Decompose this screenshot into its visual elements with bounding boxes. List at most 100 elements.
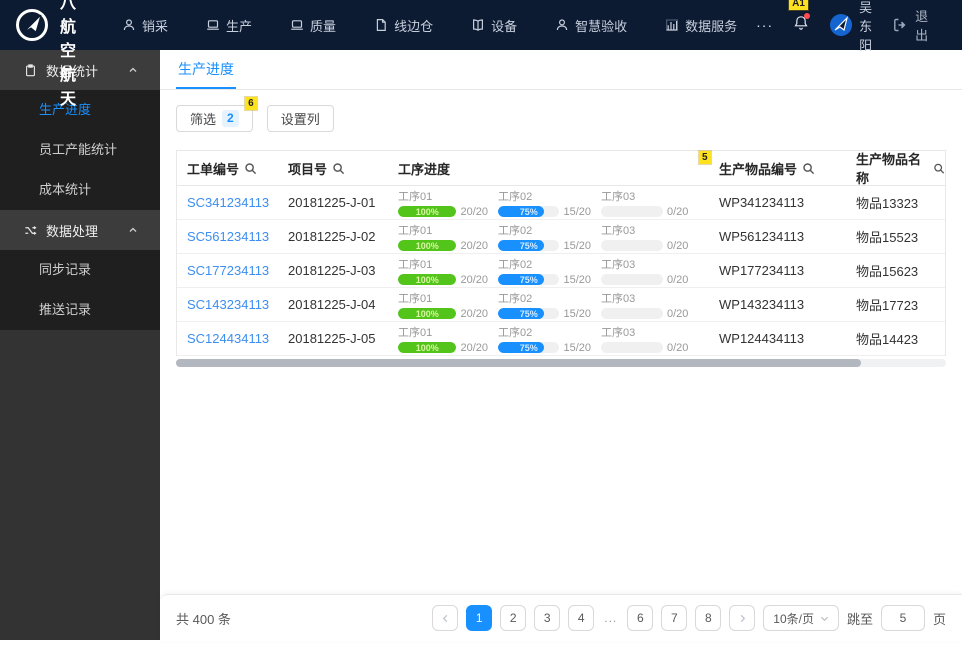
progress-percent (601, 274, 663, 285)
nav-label: 生产 (226, 18, 253, 34)
annotation-marker-a1: A1 (789, 0, 808, 10)
prev-page-button[interactable] (432, 605, 459, 631)
nav-item-lineside-warehouse[interactable]: 线边仓 (355, 0, 452, 50)
company-logo-icon (16, 9, 48, 41)
sidebar-item-sync-records[interactable]: 同步记录 (0, 250, 160, 290)
nav-label: 设备 (491, 18, 518, 34)
nav-label: 智慧验收 (575, 18, 628, 34)
logout-label: 退出 (915, 9, 929, 43)
header-label: 工序进度 (398, 161, 451, 177)
order-link[interactable]: SC143234113 (187, 297, 269, 312)
jump-label: 跳至 (846, 611, 873, 627)
step-progress: 工序02 75% 15/20 (498, 188, 591, 218)
tab-production-progress[interactable]: 生产进度 (176, 50, 236, 89)
order-link[interactable]: SC124434113 (187, 331, 269, 346)
table-row: SC143234113 20181225-J-04 工序01 100% 20/20… (177, 288, 945, 322)
set-columns-button[interactable]: 设置列 (266, 105, 334, 132)
filter-button[interactable]: 6 筛选 2 (176, 97, 257, 132)
user-menu[interactable]: 吴东阳 (829, 0, 872, 54)
step-name: 工序02 (498, 258, 533, 271)
annotation-marker-6: 6 (245, 97, 257, 110)
step-progress: 工序03 0/20 (601, 188, 709, 218)
page-button-8[interactable]: 8 (695, 605, 722, 631)
search-icon[interactable] (933, 162, 945, 175)
step-progress: 工序01 100% 20/20 (398, 222, 488, 252)
scrollbar-thumb[interactable] (176, 359, 862, 367)
item-name-cell: 物品15623 (856, 264, 919, 279)
page-button-2[interactable]: 2 (500, 605, 527, 631)
project-cell: 20181225-J-01 (288, 195, 376, 210)
order-link[interactable]: SC177234113 (187, 263, 269, 278)
table-row: SC124434113 20181225-J-05 工序01 100% 20/20… (177, 322, 945, 356)
step-count: 0/20 (667, 273, 689, 286)
logout-button[interactable]: 退出 (892, 6, 928, 44)
step-name: 工序03 (601, 190, 636, 203)
laptop-icon (207, 20, 219, 30)
step-name: 工序01 (398, 326, 433, 339)
jump-page-input[interactable] (880, 605, 925, 631)
step-count: 0/20 (667, 239, 689, 252)
brand-title: 一六八航空航天 (60, 0, 78, 108)
progress-percent: 100% (415, 206, 439, 217)
step-progress: 工序02 75% 15/20 (498, 290, 591, 320)
step-progress: 工序02 75% 15/20 (498, 222, 591, 252)
progress-bar (601, 240, 663, 251)
step-name: 工序03 (601, 258, 636, 271)
step-name: 工序03 (601, 292, 636, 305)
nav-item-production[interactable]: 生产 (187, 0, 271, 50)
chevron-left-icon (442, 614, 448, 622)
search-icon[interactable] (332, 162, 345, 175)
order-link[interactable]: SC561234113 (187, 229, 269, 244)
page-button-3[interactable]: 3 (534, 605, 561, 631)
next-page-button[interactable] (729, 605, 756, 631)
sidebar-item-cost-statistics[interactable]: 成本统计 (0, 170, 160, 210)
header-label: 生产物品名称 (856, 152, 922, 186)
horizontal-scrollbar[interactable] (176, 359, 946, 367)
progress-percent (601, 342, 663, 353)
set-columns-label: 设置列 (280, 112, 320, 127)
progress-percent: 100% (415, 240, 439, 251)
sidebar-group-data-processing[interactable]: 数据处理 (0, 210, 160, 250)
step-count: 15/20 (563, 239, 591, 252)
search-icon[interactable] (244, 162, 257, 175)
user-icon (556, 19, 568, 31)
step-name: 工序03 (601, 224, 636, 237)
header-label: 项目号 (288, 161, 328, 177)
file-icon (376, 19, 386, 31)
progress-bar: 100% (398, 342, 457, 353)
order-link[interactable]: SC341234113 (187, 195, 269, 210)
nav-item-sales[interactable]: 销采 (103, 0, 187, 50)
page-button-7[interactable]: 7 (661, 605, 688, 631)
header-project-number: 项目号 (278, 159, 388, 178)
notification-bell-icon[interactable]: A1 (789, 0, 811, 36)
progress-percent: 100% (415, 342, 439, 353)
chevron-up-icon (129, 67, 137, 72)
progress-percent: 75% (519, 274, 538, 285)
pagination: 1 2 3 4 ... 6 7 8 10条/页 跳至 页 (432, 605, 946, 631)
step-progress: 工序02 75% 15/20 (498, 324, 591, 354)
page-button-1[interactable]: 1 (466, 605, 493, 631)
header-label: 生产物品编号 (719, 161, 798, 177)
search-icon[interactable] (802, 162, 815, 175)
progress-percent: 100% (415, 274, 439, 285)
table-row: SC341234113 20181225-J-01 工序01 100% 20/20… (177, 186, 945, 220)
sidebar-item-employee-capacity[interactable]: 员工产能统计 (0, 130, 160, 170)
step-name: 工序02 (498, 190, 533, 203)
nav-item-quality[interactable]: 质量 (271, 0, 355, 50)
sidebar: 数据统计 生产进度 员工产能统计 成本统计 数据处理 同步记录 推送记录 (0, 50, 160, 640)
page-size-select[interactable]: 10条/页 (763, 605, 839, 631)
nav-item-data-services[interactable]: 数据服务 (646, 0, 756, 50)
avatar (830, 14, 853, 36)
page-button-6[interactable]: 6 (627, 605, 654, 631)
sidebar-item-push-records[interactable]: 推送记录 (0, 290, 160, 330)
nav-item-equipment[interactable]: 设备 (452, 0, 536, 50)
progress-percent: 75% (519, 308, 538, 319)
step-progress: 工序03 0/20 (601, 256, 709, 286)
step-count: 15/20 (563, 307, 591, 320)
page-button-4[interactable]: 4 (568, 605, 595, 631)
more-menu-icon[interactable]: ··· (756, 17, 773, 33)
item-code-cell: WP561234113 (719, 229, 805, 244)
progress-percent (601, 206, 663, 217)
item-name-cell: 物品13323 (856, 196, 919, 211)
nav-item-smart-acceptance[interactable]: 智慧验收 (536, 0, 646, 50)
